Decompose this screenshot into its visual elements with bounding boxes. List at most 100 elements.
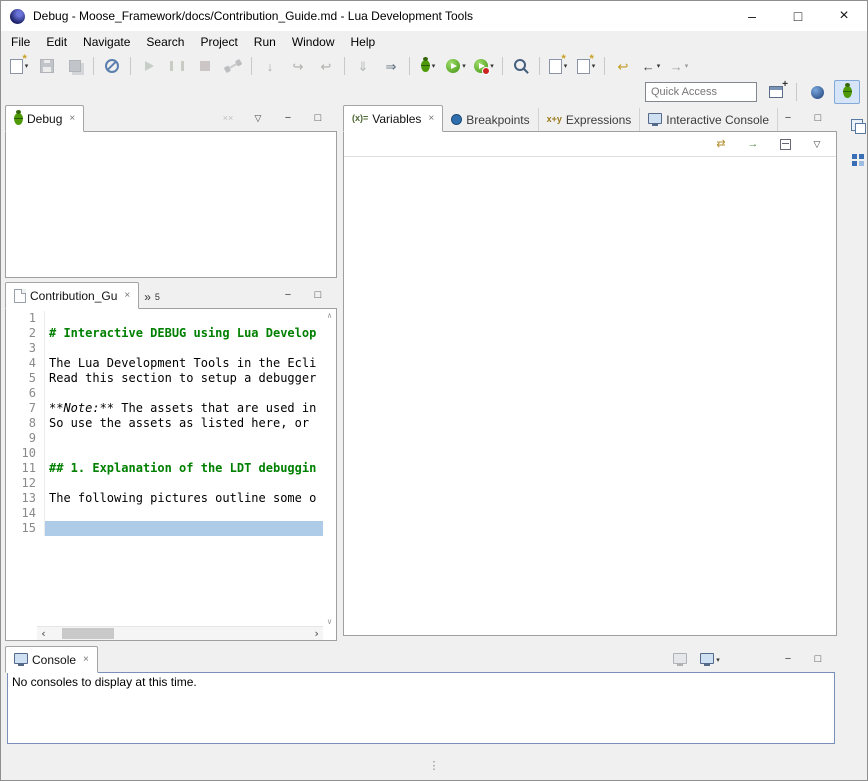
menu-navigate[interactable]: Navigate [75,32,138,52]
resume-icon[interactable] [136,54,162,78]
close-icon[interactable]: × [69,113,75,124]
dropdown-arrow-icon[interactable]: ▾ [490,62,494,70]
editor-tab-overflow[interactable]: »5 [139,285,165,308]
editor-line-1[interactable]: 1 [6,311,323,326]
save-icon[interactable] [34,54,60,78]
remove-all-terminated-icon[interactable]: ×× [215,107,241,131]
dropdown-arrow-icon[interactable]: ▾ [716,656,720,664]
editor-line-12[interactable]: 12 [6,476,323,491]
maximize-icon[interactable]: □ [305,284,331,308]
new-lua-file-icon[interactable]: ▾ [545,54,571,78]
editor-line-8[interactable]: 8So use the assets as listed here, or [6,416,323,431]
close-icon[interactable]: × [83,654,89,665]
minimize-icon[interactable]: − [275,107,301,131]
editor-line-15[interactable]: 15 [6,521,323,536]
skip-all-breakpoints-icon[interactable] [99,54,125,78]
sash-drag-handle[interactable]: ⋮ [429,759,440,772]
editor-line-2[interactable]: 2# Interactive DEBUG using Lua Develop [6,326,323,341]
scroll-left-button[interactable]: ‹ [37,627,50,640]
tab-debug[interactable]: Debug × [5,105,84,132]
menu-window[interactable]: Window [284,32,343,52]
use-step-filters-icon[interactable]: ⇒ [378,54,404,78]
menu-help[interactable]: Help [343,32,384,52]
close-icon[interactable]: × [124,290,130,301]
tab-label: Variables [372,112,421,126]
tab-variables[interactable]: (x)=Variables× [343,105,443,132]
view-menu-icon[interactable]: ▽ [804,132,830,156]
step-return-icon[interactable]: ↩ [313,54,339,78]
collapse-all-icon[interactable] [772,132,798,156]
console-output[interactable]: No consoles to display at this time. [7,672,835,744]
debug-perspective-icon[interactable] [834,80,860,104]
quick-access-input[interactable] [645,82,757,102]
external-tools-icon[interactable]: ▾ [471,54,497,78]
minimize-icon[interactable]: − [775,107,801,131]
back-icon[interactable]: ←▾ [638,54,664,78]
tab-expressions[interactable]: x+yExpressions [539,108,641,131]
save-all-icon[interactable] [62,54,88,78]
line-number: 10 [6,446,45,461]
minimize-window-button[interactable]: – [729,1,775,31]
show-logical-structure-icon[interactable]: ⇄ [708,132,734,156]
tab-interactive-console[interactable]: Interactive Console [640,108,778,131]
step-into-icon[interactable]: ↓ [257,54,283,78]
dropdown-arrow-icon[interactable]: ▾ [462,62,466,70]
minimized-views-icon[interactable] [844,147,868,171]
terminate-icon[interactable] [192,54,218,78]
menu-run[interactable]: Run [246,32,284,52]
suspend-icon[interactable] [164,54,190,78]
editor-line-4[interactable]: 4The Lua Development Tools in the Ecli [6,356,323,371]
dropdown-arrow-icon[interactable]: ▾ [685,62,689,70]
maximize-icon[interactable]: □ [305,107,331,131]
scroll-up-button[interactable]: ∧ [327,311,332,320]
display-selected-console-icon[interactable] [667,648,693,672]
menu-search[interactable]: Search [138,32,192,52]
maximize-window-button[interactable]: □ [775,1,821,31]
show-details-icon[interactable]: → [740,132,766,156]
editor-line-14[interactable]: 14 [6,506,323,521]
tab-console[interactable]: Console × [5,646,98,673]
open-console-icon[interactable]: ▾ [697,648,723,672]
dropdown-arrow-icon[interactable]: ▾ [657,62,661,70]
editor-line-11[interactable]: 11## 1. Explanation of the LDT debuggin [6,461,323,476]
forward-icon[interactable]: →▾ [666,54,692,78]
drop-to-frame-icon[interactable]: ⇓ [350,54,376,78]
menu-edit[interactable]: Edit [38,32,75,52]
editor-line-10[interactable]: 10 [6,446,323,461]
run-icon[interactable]: ▾ [443,54,469,78]
step-over-icon[interactable]: ↪ [285,54,311,78]
menu-project[interactable]: Project [192,32,245,52]
scroll-right-button[interactable]: › [310,627,323,640]
maximize-icon[interactable]: □ [805,107,831,131]
horizontal-scrollbar[interactable]: ‹ › [37,626,323,640]
minimize-icon[interactable]: − [775,648,801,672]
scrollbar-track[interactable] [50,627,310,640]
tab-breakpoints[interactable]: Breakpoints [443,108,538,131]
new-project-icon[interactable]: ▾ [573,54,599,78]
menu-file[interactable]: File [3,32,38,52]
editor-line-13[interactable]: 13The following pictures outline some o [6,491,323,506]
ldt-perspective-icon[interactable] [804,80,830,104]
maximize-icon[interactable]: □ [805,648,831,672]
editor-line-6[interactable]: 6 [6,386,323,401]
close-icon[interactable]: × [428,113,434,124]
editor-line-7[interactable]: 7**Note:** The assets that are used in [6,401,323,416]
search-icon[interactable] [508,54,534,78]
dropdown-arrow-icon[interactable]: ▾ [432,62,436,70]
scrollbar-thumb[interactable] [62,628,114,639]
debug-icon[interactable]: ▾ [415,54,441,78]
editor-tab-contribution-guide[interactable]: Contribution_Gu × [5,282,139,309]
editor-line-5[interactable]: 5Read this section to setup a debugger [6,371,323,386]
view-menu-icon[interactable]: ▽ [245,107,271,131]
open-perspective-icon[interactable] [763,80,789,104]
disconnect-icon[interactable] [220,54,246,78]
close-window-button[interactable]: × [821,1,867,31]
restore-view-icon[interactable] [844,113,868,137]
scroll-down-button[interactable]: ∨ [327,617,332,626]
editor-line-9[interactable]: 9 [6,431,323,446]
minimize-icon[interactable]: − [275,284,301,308]
app-logo-icon[interactable] [10,9,25,24]
new-wizard-icon[interactable]: ▾ [6,54,32,78]
editor-line-3[interactable]: 3 [6,341,323,356]
last-edit-location-icon[interactable]: ↩ [610,54,636,78]
